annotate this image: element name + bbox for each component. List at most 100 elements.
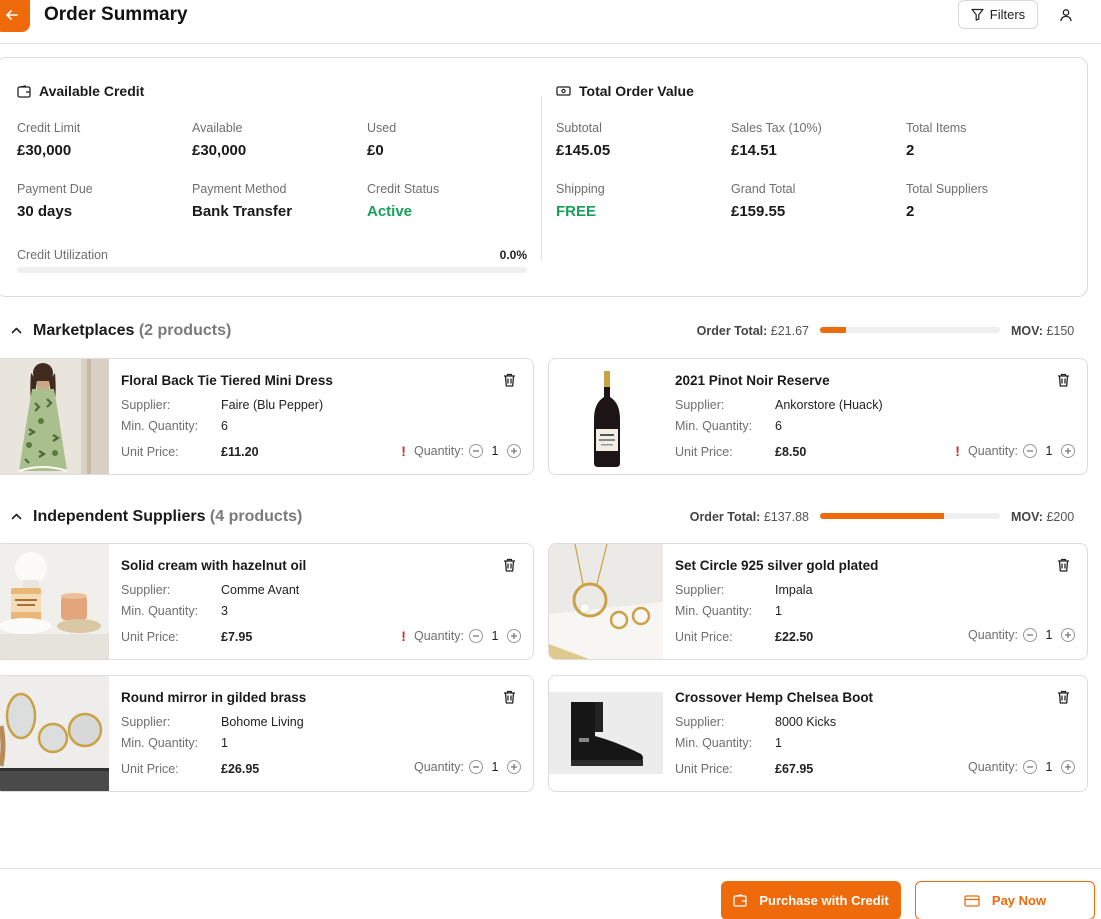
trash-icon[interactable] xyxy=(503,373,516,387)
decrease-quantity-button[interactable] xyxy=(469,760,483,774)
quantity-value[interactable]: 1 xyxy=(1042,628,1056,642)
page-title: Order Summary xyxy=(44,4,188,25)
quantity-stepper: ! Quantity: 1 xyxy=(955,443,1075,459)
section-name: Independent Suppliers xyxy=(33,508,206,525)
increase-quantity-button[interactable] xyxy=(507,760,521,774)
min-quantity-value: 6 xyxy=(775,419,782,433)
chevron-up-icon[interactable] xyxy=(10,510,23,523)
banknote-icon xyxy=(556,86,571,96)
back-button[interactable] xyxy=(0,0,30,32)
min-quantity-label: Min. Quantity: xyxy=(121,736,199,750)
marketplaces-section-header: Marketplaces (2 products) Order Total: £… xyxy=(0,320,1101,344)
credit-utilization-value: 0.0% xyxy=(499,248,527,262)
credit-utilization-label: Credit Utilization xyxy=(17,248,109,262)
quantity-value[interactable]: 1 xyxy=(488,444,502,458)
supplier-value: Faire (Blu Pepper) xyxy=(221,398,324,412)
unit-price-value: £26.95 xyxy=(221,762,260,776)
unit-price-value: £7.95 xyxy=(221,630,253,644)
minus-circle-icon xyxy=(1027,634,1033,636)
credit-limit-field: Credit Limit £30,000 xyxy=(17,121,80,159)
minus-circle-icon xyxy=(473,635,479,637)
increase-quantity-button[interactable] xyxy=(1061,628,1075,642)
product-image xyxy=(549,544,663,659)
supplier-value: Impala xyxy=(775,583,813,597)
field-label: Grand Total xyxy=(731,182,796,196)
decrease-quantity-button[interactable] xyxy=(469,629,483,643)
increase-quantity-button[interactable] xyxy=(507,629,521,643)
quantity-label: Quantity: xyxy=(967,628,1018,642)
total-order-value-header: Total Order Value xyxy=(556,83,694,99)
mov: MOV: £150 xyxy=(1011,324,1074,338)
quantity-stepper: Quantity: 1 xyxy=(968,628,1075,642)
unit-price-value: £67.95 xyxy=(775,762,814,776)
quantity-value[interactable]: 1 xyxy=(488,760,502,774)
plus-circle-icon xyxy=(511,764,517,770)
min-quantity-label: Min. Quantity: xyxy=(675,419,753,433)
plus-circle-icon xyxy=(511,448,517,454)
trash-icon[interactable] xyxy=(1057,558,1070,572)
quantity-label: Quantity: xyxy=(413,760,464,774)
order-total-value: £137.88 xyxy=(763,510,809,524)
unit-price-label: Unit Price: xyxy=(121,630,179,644)
checkout-footer: Purchase with Credit Pay Now xyxy=(0,868,1101,919)
increase-quantity-button[interactable] xyxy=(507,444,521,458)
trash-icon[interactable] xyxy=(1057,690,1070,704)
purchase-with-credit-button[interactable]: Purchase with Credit xyxy=(721,881,901,919)
minus-circle-icon xyxy=(1027,766,1033,768)
min-quantity-value: 1 xyxy=(221,736,228,750)
product-card: Round mirror in gilded brass Supplier: B… xyxy=(0,675,534,792)
mov-progress-bar xyxy=(820,513,1000,519)
quantity-value[interactable]: 1 xyxy=(1042,760,1056,774)
quantity-value[interactable]: 1 xyxy=(488,629,502,643)
field-value: FREE xyxy=(556,203,597,220)
user-profile-button[interactable] xyxy=(1054,4,1078,26)
product-card: 2021 Pinot Noir Reserve Supplier: Ankors… xyxy=(548,358,1088,475)
mov-label: MOV: xyxy=(1011,324,1043,338)
field-value: £0 xyxy=(367,142,384,159)
quantity-stepper: Quantity: 1 xyxy=(414,760,521,774)
trash-icon[interactable] xyxy=(503,690,516,704)
wallet-icon xyxy=(733,894,747,907)
decrease-quantity-button[interactable] xyxy=(1023,444,1037,458)
section-title: Independent Suppliers (4 products) xyxy=(33,508,302,526)
field-label: Shipping xyxy=(556,182,605,196)
unit-price-label: Unit Price: xyxy=(675,445,733,459)
independent-suppliers-section-header: Independent Suppliers (4 products) Order… xyxy=(0,506,1101,530)
quantity-label: Quantity: xyxy=(413,444,464,458)
top-bar: Order Summary Filters xyxy=(0,0,1101,44)
decrease-quantity-button[interactable] xyxy=(469,444,483,458)
plus-circle-icon xyxy=(511,633,517,639)
min-quantity-label: Min. Quantity: xyxy=(121,604,199,618)
quantity-value[interactable]: 1 xyxy=(1042,444,1056,458)
unit-price-label: Unit Price: xyxy=(675,762,733,776)
decrease-quantity-button[interactable] xyxy=(1023,628,1037,642)
supplier-label: Supplier: xyxy=(121,398,171,412)
order-total: Order Total: £21.67 xyxy=(697,324,809,338)
increase-quantity-button[interactable] xyxy=(1061,444,1075,458)
increase-quantity-button[interactable] xyxy=(1061,760,1075,774)
user-icon xyxy=(1060,9,1072,22)
unit-price-value: £8.50 xyxy=(775,445,807,459)
field-label: Total Suppliers xyxy=(906,182,988,196)
chevron-up-icon[interactable] xyxy=(10,324,23,337)
credit-status-badge: Active xyxy=(367,203,413,220)
supplier-label: Supplier: xyxy=(121,583,171,597)
order-total-value: £21.67 xyxy=(770,324,809,338)
product-image xyxy=(549,676,663,791)
product-name: Floral Back Tie Tiered Mini Dress xyxy=(121,373,333,388)
pay-now-button[interactable]: Pay Now xyxy=(915,881,1095,919)
filters-button[interactable]: Filters xyxy=(958,0,1038,29)
trash-icon[interactable] xyxy=(503,558,516,572)
quantity-stepper: Quantity: 1 xyxy=(968,760,1075,774)
quantity-label: Quantity: xyxy=(967,760,1018,774)
pay-now-label: Pay Now xyxy=(991,893,1047,908)
min-quantity-value: 1 xyxy=(775,736,782,750)
mov-value: £200 xyxy=(1046,510,1075,524)
mov-progress-fill xyxy=(820,513,945,519)
decrease-quantity-button[interactable] xyxy=(1023,760,1037,774)
sales-tax-field: Sales Tax (10%) £14.51 xyxy=(731,121,822,159)
product-image xyxy=(549,359,663,474)
trash-icon[interactable] xyxy=(1057,373,1070,387)
field-label: Payment Method xyxy=(192,182,287,196)
product-name: Round mirror in gilded brass xyxy=(121,690,307,705)
